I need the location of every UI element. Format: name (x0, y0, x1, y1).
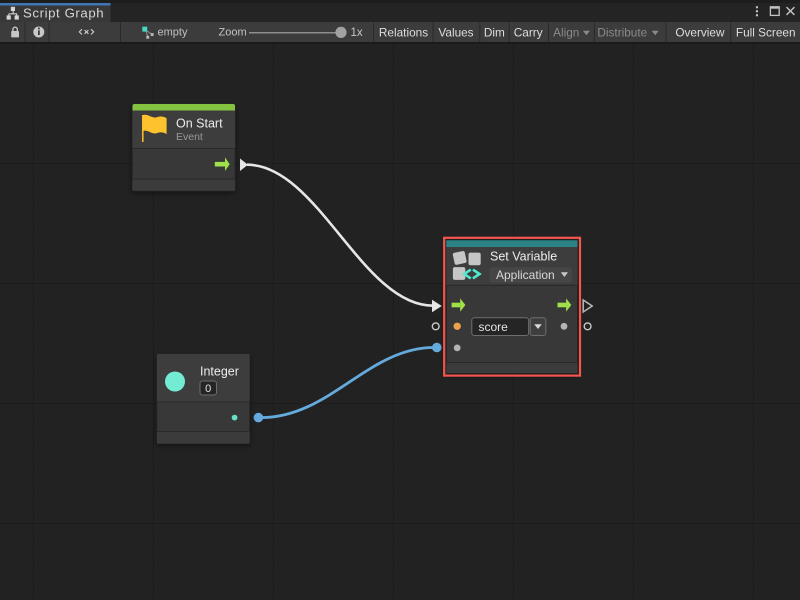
svg-text:score: score (479, 320, 509, 334)
svg-text:Align: Align (553, 25, 579, 39)
svg-text:Event: Event (176, 131, 203, 143)
svg-text:1x: 1x (351, 27, 363, 39)
svg-text:Dim: Dim (484, 25, 505, 39)
svg-text:Distribute: Distribute (597, 25, 647, 39)
svg-text:Script Graph: Script Graph (23, 6, 104, 21)
svg-text:0: 0 (205, 383, 211, 395)
svg-text:Zoom: Zoom (219, 27, 247, 39)
svg-text:Set Variable: Set Variable (490, 250, 557, 264)
svg-text:empty: empty (158, 27, 188, 39)
svg-text:Carry: Carry (514, 25, 543, 39)
svg-text:Values: Values (438, 25, 473, 39)
svg-text:Full Screen: Full Screen (736, 25, 796, 39)
svg-text:Relations: Relations (379, 25, 428, 39)
svg-text:Integer: Integer (200, 364, 239, 378)
svg-text:Overview: Overview (675, 25, 725, 39)
svg-text:On Start: On Start (176, 116, 223, 130)
svg-text:Application: Application (496, 268, 555, 282)
